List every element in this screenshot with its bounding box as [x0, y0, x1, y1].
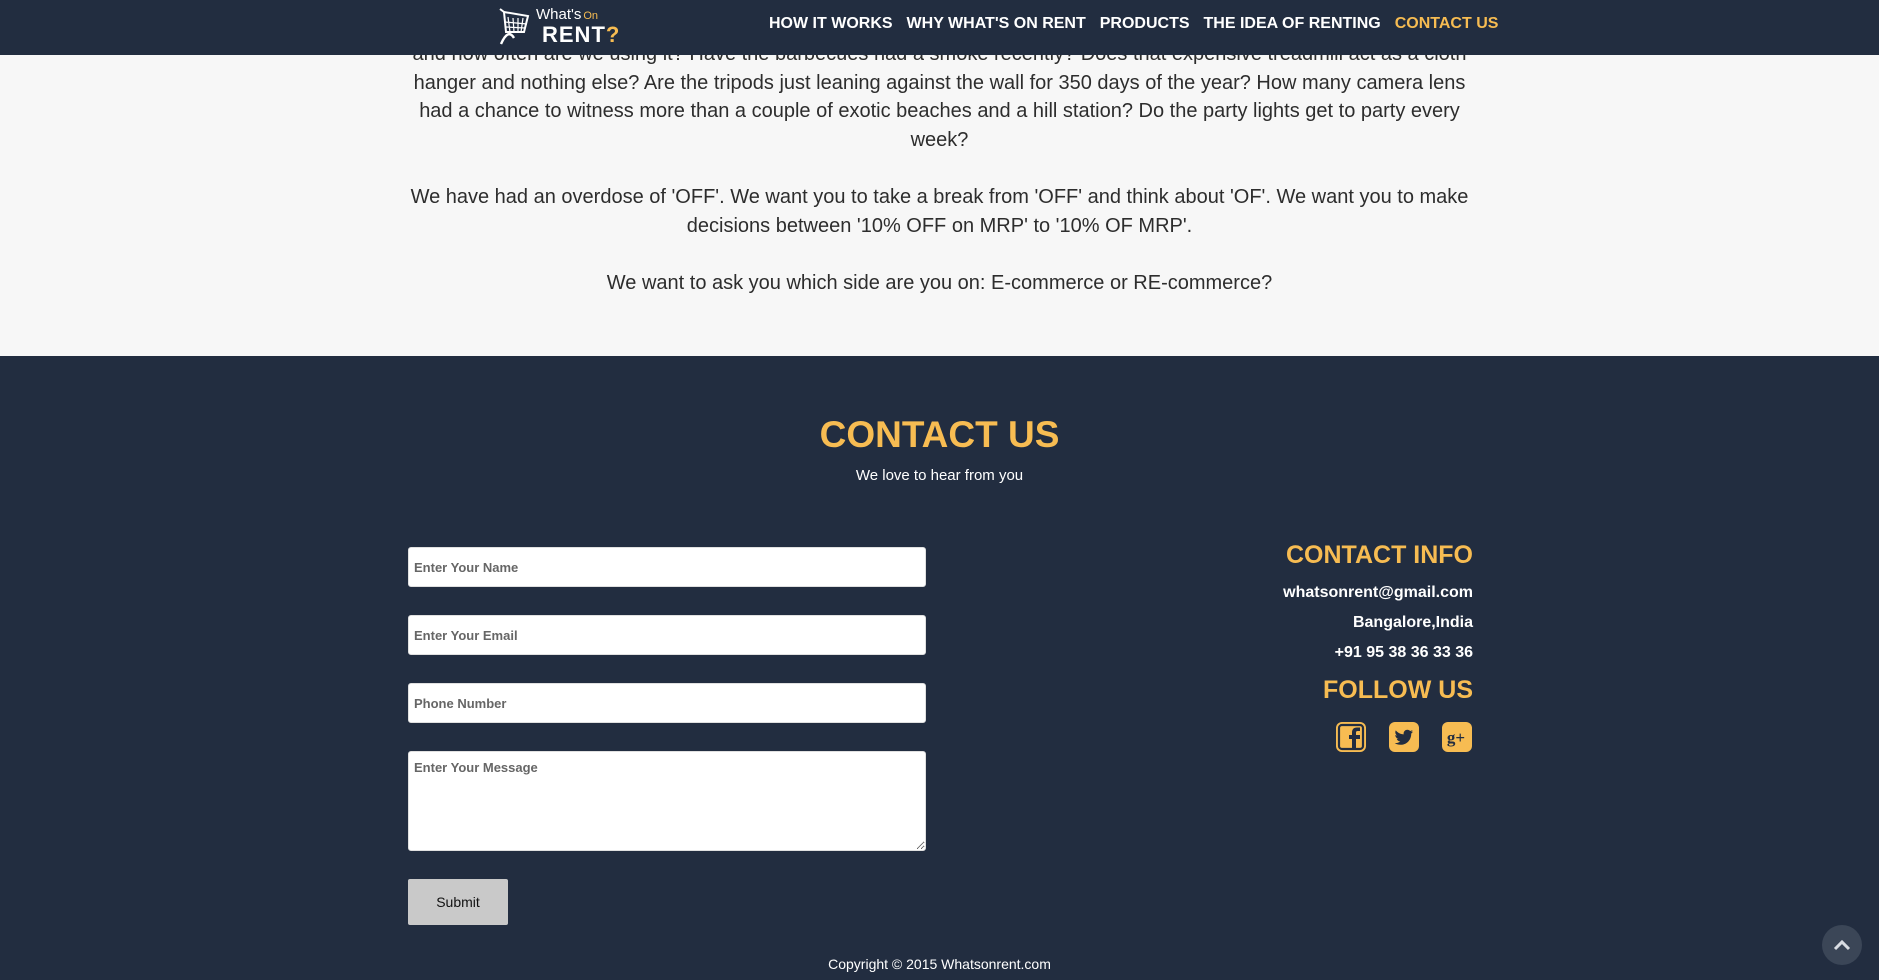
contact-section: CONTACT US We love to hear from you Subm… [0, 356, 1879, 980]
contact-info-title: CONTACT INFO [1285, 541, 1473, 569]
email-input[interactable] [408, 615, 926, 655]
contact-subtitle: We love to hear from you [855, 467, 1024, 484]
logo-text-on: On [583, 10, 599, 22]
nav-why-whats-on-rent[interactable]: WHY WHAT'S ON RENT [907, 15, 1086, 33]
about-paragraph-3: We want to ask you which side are you on… [606, 272, 1273, 294]
follow-us-title: FOLLOW US [1323, 676, 1473, 704]
copyright-text: Copyright © 2015 Whatsonrent.com [828, 956, 1051, 972]
chevron-up-icon [1833, 939, 1851, 951]
cart-logo-icon [499, 8, 530, 45]
about-paragraph-1: and how often are we using it? Have the … [413, 55, 1467, 151]
nav-how-it-works[interactable]: HOW IT WORKS [769, 15, 893, 33]
scroll-to-top-button[interactable] [1822, 925, 1862, 965]
contact-phone: +91 95 38 36 33 36 [1334, 644, 1473, 661]
contact-title: CONTACT US [819, 414, 1060, 455]
nav-products[interactable]: PRODUCTS [1100, 15, 1190, 33]
logo-text-whats: What's [536, 6, 582, 23]
contact-location: Bangalore,India [1352, 614, 1473, 631]
about-paragraph-2: We have had an overdose of 'OFF'. We wan… [410, 186, 1469, 237]
logo-text-rent: RENT [542, 22, 606, 47]
svg-text:g+: g+ [1447, 728, 1465, 747]
site-logo[interactable]: What's On RENT? [498, 4, 619, 48]
main-nav: HOW IT WORKS WHY WHAT'S ON RENT PRODUCTS… [769, 15, 1512, 33]
about-section: and how often are we using it? Have the … [0, 55, 1879, 356]
about-text: and how often are we using it? Have the … [408, 55, 1471, 327]
phone-input[interactable] [408, 683, 926, 723]
google-plus-icon[interactable]: g+ [1441, 721, 1473, 753]
top-navbar: What's On RENT? HOW IT WORKS WHY WHAT'S O… [0, 0, 1879, 55]
logo-text-question: ? [605, 22, 621, 47]
facebook-icon[interactable] [1335, 721, 1367, 753]
nav-contact-us[interactable]: CONTACT US [1395, 15, 1499, 33]
twitter-icon[interactable] [1388, 721, 1420, 753]
social-links: g+ [1153, 721, 1473, 753]
message-textarea[interactable] [408, 751, 926, 851]
name-input[interactable] [408, 547, 926, 587]
contact-info: CONTACT INFO whatsonrent@gmail.com Banga… [1153, 541, 1473, 753]
submit-button[interactable]: Submit [408, 879, 508, 925]
contact-email[interactable]: whatsonrent@gmail.com [1153, 584, 1473, 602]
nav-idea-of-renting[interactable]: THE IDEA OF RENTING [1204, 15, 1381, 33]
